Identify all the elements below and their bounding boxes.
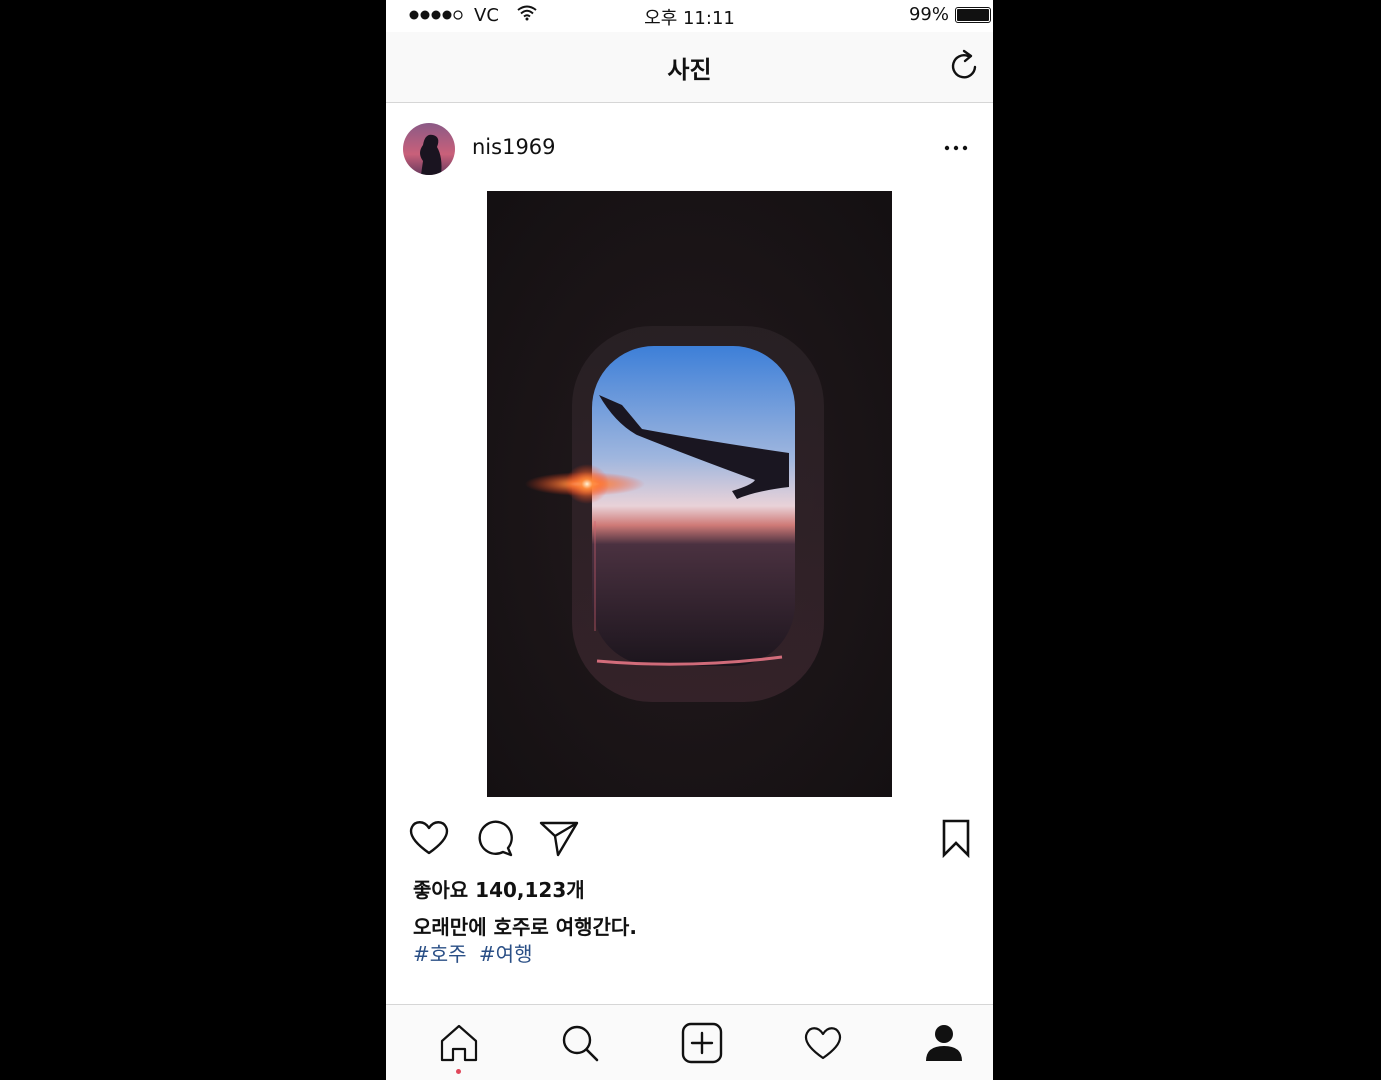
battery-icon — [955, 6, 991, 23]
send-icon[interactable] — [536, 815, 582, 861]
post-photo[interactable] — [487, 191, 892, 797]
bookmark-icon[interactable] — [934, 815, 980, 861]
battery-percent: 99% — [908, 4, 949, 25]
post-header: nis1969 — [386, 104, 993, 190]
page-title: 사진 — [667, 56, 712, 84]
nav-bar: 사진 — [386, 32, 993, 103]
profile-icon[interactable] — [922, 1021, 966, 1065]
status-time: 오후 11:11 — [644, 8, 735, 29]
home-icon[interactable] — [437, 1021, 481, 1065]
add-icon[interactable] — [680, 1021, 724, 1065]
post-actions — [386, 815, 993, 865]
more-icon[interactable] — [941, 138, 971, 158]
phone-screen: VC 오후 11:11 99% 사진 nis1969 좋아요 140,123개 … — [386, 0, 993, 1080]
heart-icon[interactable] — [406, 815, 452, 861]
hashtag-link[interactable]: #호주 — [413, 942, 467, 966]
hashtags: #호주 #여행 — [413, 938, 538, 967]
tab-bar — [386, 1004, 993, 1080]
hashtag-link[interactable]: #여행 — [479, 942, 533, 966]
post-caption: 오래만에 호주로 여행간다. — [413, 915, 637, 939]
refresh-icon[interactable] — [947, 48, 981, 82]
post-username[interactable]: nis1969 — [472, 135, 556, 159]
comment-icon[interactable] — [471, 815, 517, 861]
like-count[interactable]: 좋아요 140,123개 — [413, 874, 585, 903]
status-bar: VC 오후 11:11 99% — [386, 0, 993, 32]
heart-icon[interactable] — [801, 1021, 845, 1065]
search-icon[interactable] — [558, 1021, 602, 1065]
avatar[interactable] — [403, 123, 455, 175]
active-tab-indicator — [456, 1069, 461, 1074]
